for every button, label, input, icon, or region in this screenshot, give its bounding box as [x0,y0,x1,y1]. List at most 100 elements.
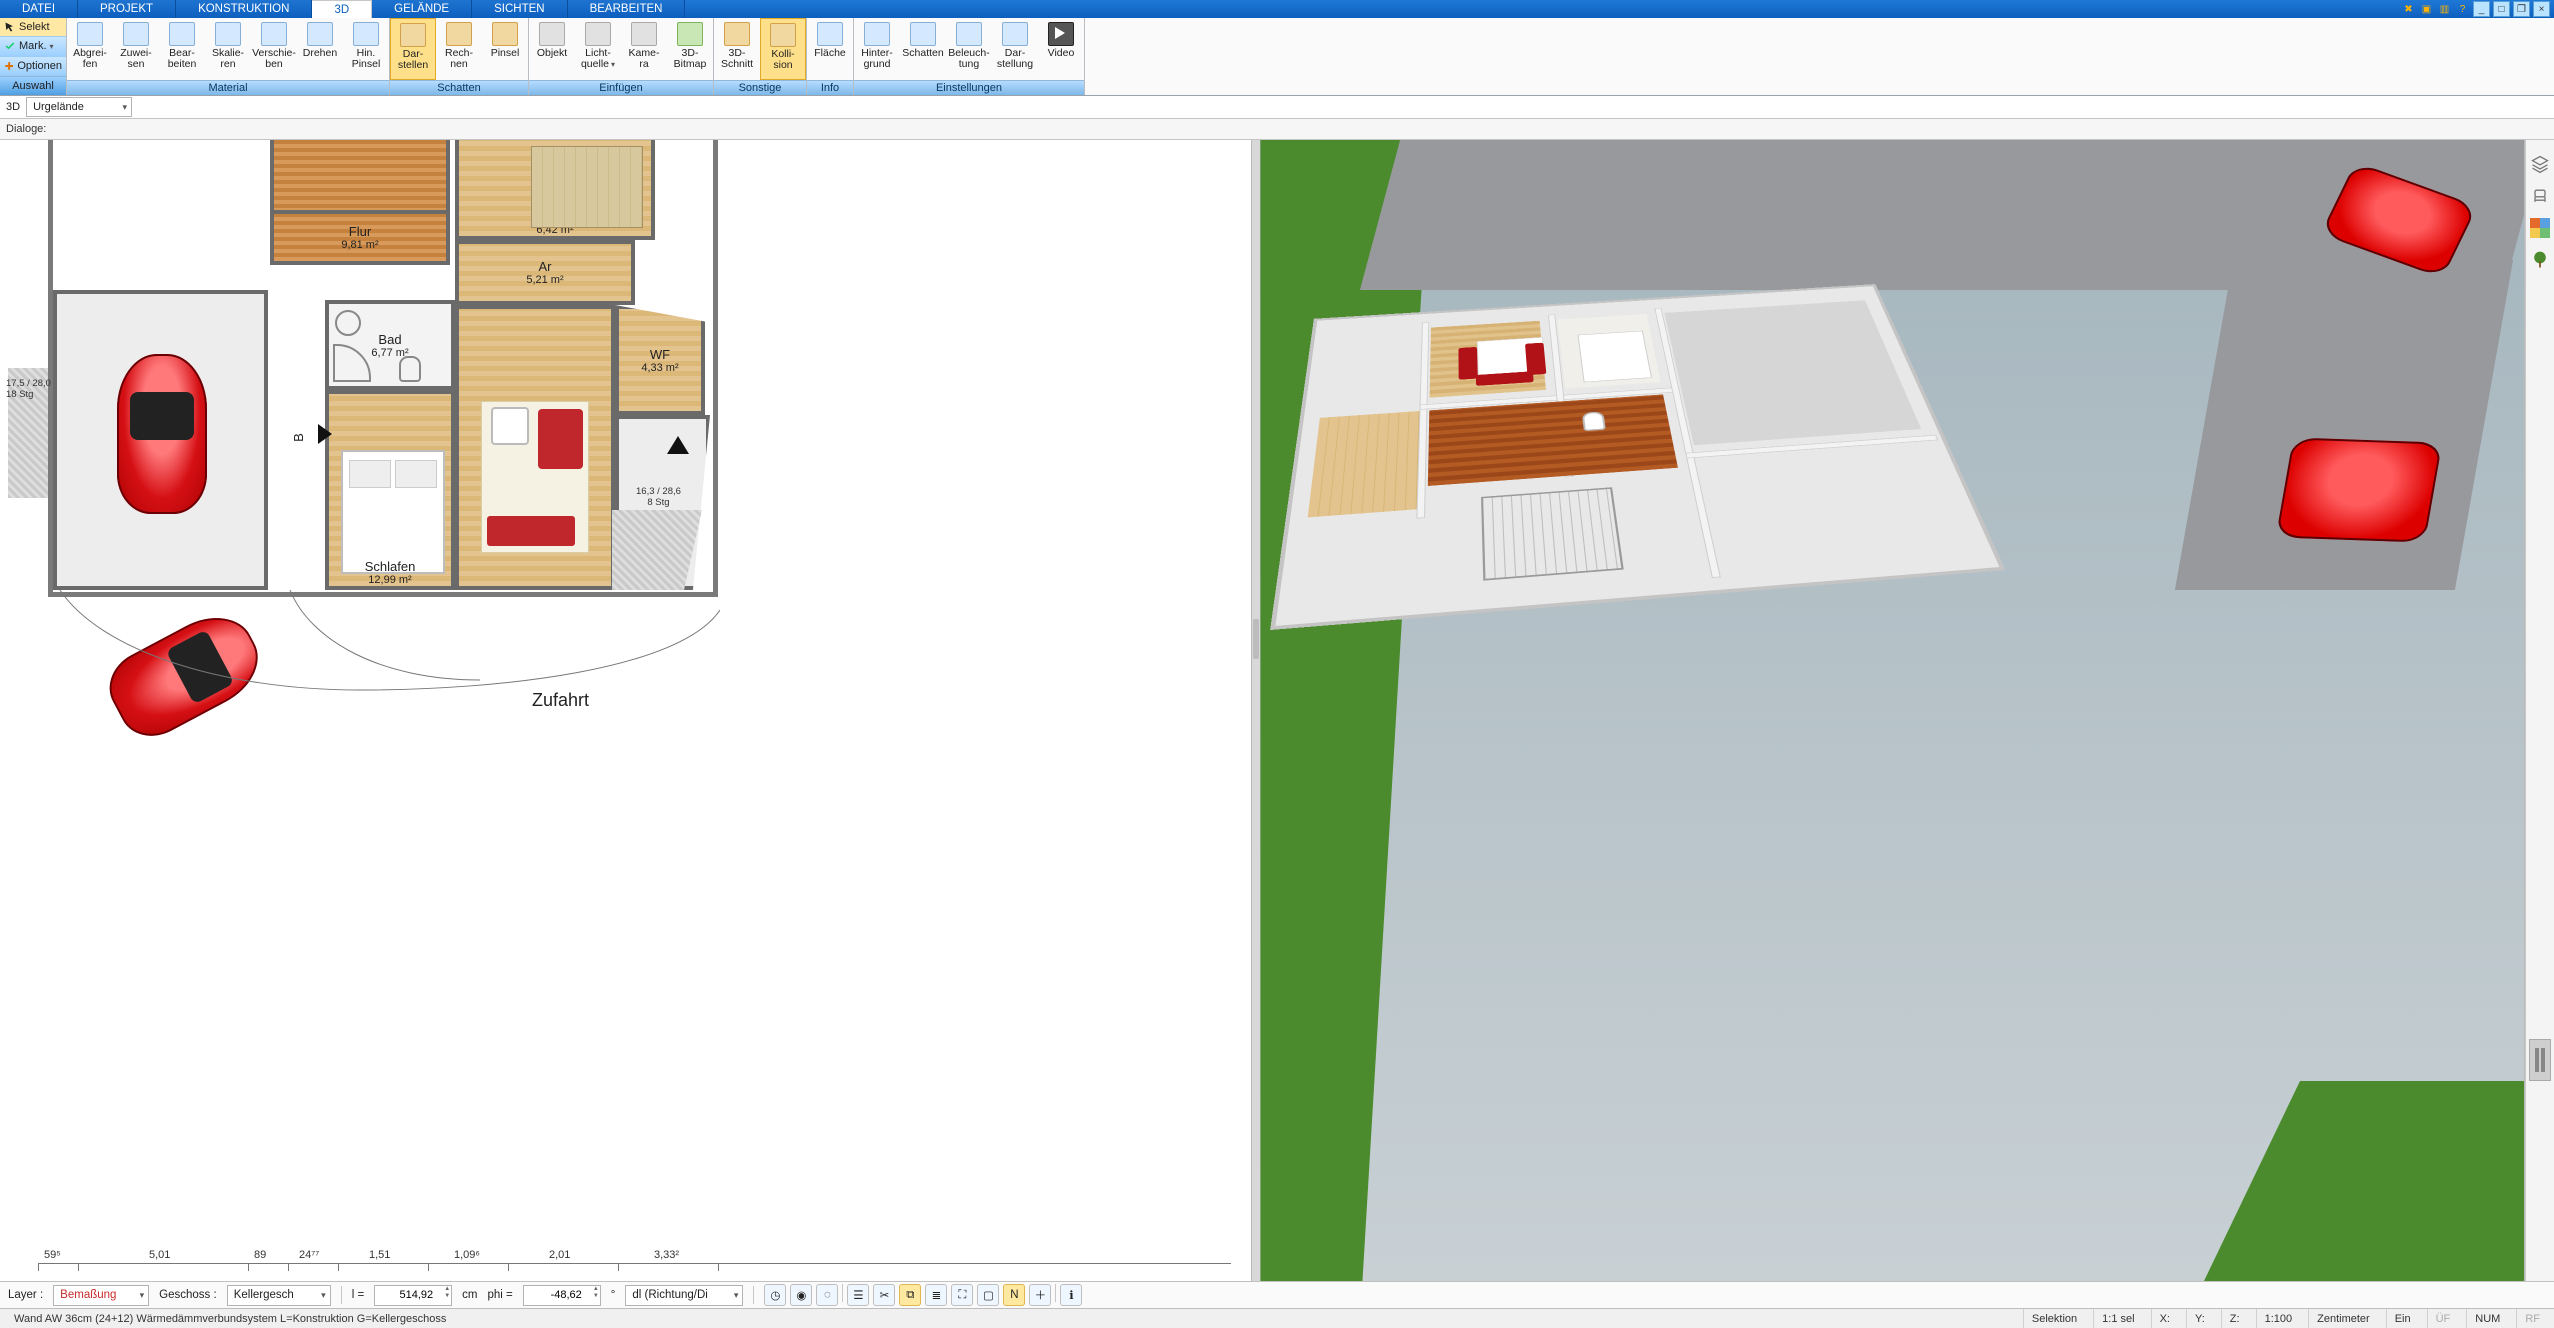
viewport-2d[interactable]: Trh. 6,42 m² Flur 9,81 m² Ar 5,21 m² Gar… [0,140,1252,1281]
ribbon-kollision-button[interactable]: Kolli- sion [760,18,806,80]
ribbon-lichtquelle-button[interactable]: Licht- quelle [575,18,621,80]
ribbon-pinsel-button[interactable]: Pinsel [482,18,528,80]
side-slider-handle[interactable] [2529,1039,2551,1081]
optbar-info-button[interactable]: ℹ [1060,1284,1082,1306]
view-subbar: 3D Urgelände [0,96,2554,119]
ribbon-verschieben-button[interactable]: Verschie- ben [251,18,297,80]
ribbon-skalieren-button[interactable]: Skalie- ren [205,18,251,80]
stairs3d [1308,411,1420,517]
maximize-button[interactable]: □ [2493,1,2510,17]
tree-icon[interactable] [2530,250,2550,270]
viewport-splitter[interactable] [1252,140,1260,1281]
view3d-canvas [1260,140,2524,1281]
ribbon-darstellen-label: Dar- stellen [398,49,428,71]
tab-datei[interactable]: DATEI [0,0,78,18]
tab-projekt[interactable]: PROJEKT [78,0,176,18]
optbar-hole-button[interactable]: ◌ [816,1284,838,1306]
tab-sichten[interactable]: SICHTEN [472,0,567,18]
optionen-label: Optionen [17,60,62,72]
ribbon-3d-schnitt-button[interactable]: 3D- Schnitt [714,18,760,80]
ribbon-schatten-einst-button[interactable]: Schatten [900,18,946,80]
ribbon-lichtquelle-label: Licht- quelle [581,48,615,70]
room-schlafen: Schlafen 12,99 m² [325,390,455,590]
viewport-3d[interactable] [1260,140,2525,1281]
optbar-clock-button[interactable]: ◷ [764,1284,786,1306]
terrain-dropdown[interactable]: Urgelände [26,97,132,117]
marker-b: B [291,433,306,442]
ribbon-kollision-label: Kolli- sion [771,49,794,71]
room-wf-area: 4,33 m² [641,362,678,374]
dialog-bar: Dialoge: [0,119,2554,140]
ribbon-hintergrund-button[interactable]: Hinter- grund [854,18,900,80]
ribbon-group-title: Schatten [390,80,528,95]
kollision-icon [770,23,796,47]
ribbon-kamera-button[interactable]: Kame- ra [621,18,667,80]
optbar-eye-button[interactable]: ◉ [790,1284,812,1306]
ribbon-hin-pinsel-label: Hin. Pinsel [352,48,381,70]
tab-konstruktion[interactable]: KONSTRUKTION [176,0,312,18]
wrench-icon[interactable]: ✖ [2401,2,2416,16]
ribbon-objekt-button[interactable]: Objekt [529,18,575,80]
chair-icon[interactable] [2530,186,2550,206]
status-uf: ÜF [2427,1309,2459,1328]
layer-dropdown[interactable]: Bemaßung [53,1285,149,1306]
ribbon-darstellen-button[interactable]: Dar- stellen [390,18,436,80]
ribbon-3d-bitmap-button[interactable]: 3D- Bitmap [667,18,713,80]
ribbon-bearbeiten-button[interactable]: Bear- beiten [159,18,205,80]
optbar-cut-button[interactable]: ✂ [873,1284,895,1306]
mark-icon [4,40,16,52]
room-schlafen-area: 12,99 m² [368,574,411,586]
restore-button[interactable]: ❐ [2513,1,2530,17]
optbar-single-button[interactable]: ▢ [977,1284,999,1306]
ribbon-hin-pinsel-button[interactable]: Hin. Pinsel [343,18,389,80]
ribbon-rechnen-button[interactable]: Rech- nen [436,18,482,80]
kamera-icon [631,22,657,46]
close-button[interactable]: × [2533,1,2550,17]
ribbon-beleuchtung-button[interactable]: Beleuch- tung [946,18,992,80]
ribbon-zuweisen-button[interactable]: Zuwei- sen [113,18,159,80]
phi-input[interactable] [523,1285,601,1306]
l-input[interactable] [374,1285,452,1306]
lawn-right [2204,1081,2524,1281]
dl-dropdown[interactable]: dl (Richtung/Di [625,1285,743,1306]
tab-bearbeiten[interactable]: BEARBEITEN [568,0,686,18]
optbar-layers2-button[interactable]: ≣ [925,1284,947,1306]
garage-pad-3d [2175,260,2513,590]
room-ar: Ar 5,21 m² [455,240,635,305]
ribbon-darstellung-button[interactable]: Dar- stellung [992,18,1038,80]
ribbon-drehen-button[interactable]: Drehen [297,18,343,80]
ribbon-video-button[interactable]: Video [1038,18,1084,80]
palette-icon[interactable] [2530,218,2550,238]
stack-icon[interactable]: ▥ [2437,2,2452,16]
lichtquelle-icon [585,22,611,46]
minimize-button[interactable]: _ [2473,1,2490,17]
balcony3d [1481,487,1624,580]
sofa3d-b [1525,343,1546,376]
help-icon[interactable]: ? [2455,2,2470,16]
room-ar-area: 5,21 m² [526,274,563,286]
optbar-copy-button[interactable]: ⧉ [899,1284,921,1306]
sofa2-icon [487,516,575,546]
toilet-icon [399,356,421,382]
optbar-N-button[interactable]: N [1003,1284,1025,1306]
tab-gelaende[interactable]: GELÄNDE [372,0,472,18]
room-wohnen: Wohnen 25,00 m² [455,305,615,590]
verschieben-icon [261,22,287,46]
optbar-plus-button[interactable]: ＋ [1029,1284,1051,1306]
geschoss-dropdown[interactable]: Kellergesch [227,1285,331,1306]
dialog-label: Dialoge: [6,123,46,135]
layers-icon[interactable] [2530,154,2550,174]
box-icon[interactable]: ▣ [2419,2,2434,16]
driveway-lines [40,580,720,710]
optbar-trio-button[interactable]: ⛶ [951,1284,973,1306]
optbar-stack-button[interactable]: ☰ [847,1284,869,1306]
tab-3d[interactable]: 3D [312,0,372,18]
optbar-sep [842,1284,843,1302]
ribbon-flaeche-button[interactable]: Fläche [807,18,853,80]
ribbon-drehen-label: Drehen [303,48,337,59]
optionen-button[interactable]: Optionen [0,57,66,76]
ribbon-abgreifen-button[interactable]: Abgrei- fen [67,18,113,80]
selekt-button[interactable]: Selekt [0,18,66,37]
mark-button[interactable]: Mark. ▾ [0,37,66,56]
status-bar: Wand AW 36cm (24+12) Wärmedämmverbundsys… [0,1308,2554,1328]
